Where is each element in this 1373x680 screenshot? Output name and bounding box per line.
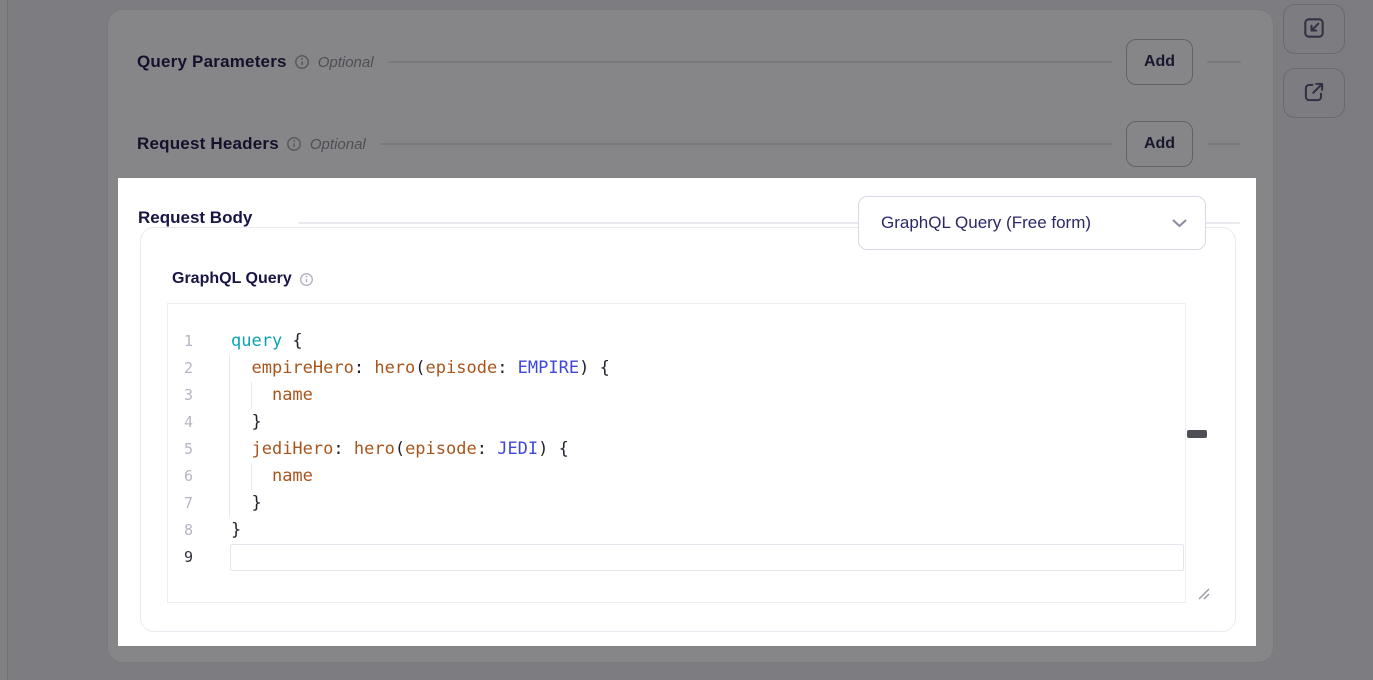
line-number: 9 xyxy=(168,544,195,571)
code-line[interactable]: query { xyxy=(230,328,1184,355)
edit-inline-icon xyxy=(1301,15,1327,44)
request-body-title: Request Body xyxy=(138,208,252,228)
add-request-header-button[interactable]: Add xyxy=(1126,121,1193,167)
editor-scrollbar-thumb[interactable] xyxy=(1187,430,1207,438)
line-number: 8 xyxy=(168,517,195,544)
graphql-query-label-row: GraphQL Query xyxy=(172,270,314,288)
request-body-modal: Request Body GraphQL Query (Free form) G… xyxy=(118,178,1256,646)
divider xyxy=(1207,61,1241,63)
page-left-edge xyxy=(0,0,8,680)
graphql-query-label: GraphQL Query xyxy=(172,270,292,288)
code-lines: query { empireHero: hero(episode: EMPIRE… xyxy=(230,328,1184,571)
graphql-query-editor[interactable]: 123456789 query { empireHero: hero(episo… xyxy=(167,303,1186,603)
request-headers-title: Request Headers xyxy=(137,134,279,154)
code-line[interactable]: empireHero: hero(episode: EMPIRE) { xyxy=(230,355,1184,382)
line-number: 6 xyxy=(168,463,195,490)
code-line[interactable]: jediHero: hero(episode: JEDI) { xyxy=(230,436,1184,463)
info-icon[interactable] xyxy=(294,54,310,70)
code-line[interactable]: } xyxy=(230,409,1184,436)
graphql-query-field-card: GraphQL Query 123456789 query { empireHe… xyxy=(140,227,1236,632)
optional-hint: Optional xyxy=(318,54,374,71)
code-line[interactable] xyxy=(230,544,1184,571)
editor-resize-grip[interactable] xyxy=(1195,585,1211,601)
query-parameters-section: Query Parameters Optional Add xyxy=(137,39,1241,85)
line-number: 4 xyxy=(168,409,195,436)
info-icon[interactable] xyxy=(286,136,302,152)
line-number: 3 xyxy=(168,382,195,409)
line-number: 7 xyxy=(168,490,195,517)
open-in-new-icon xyxy=(1301,79,1327,108)
line-numbers: 123456789 xyxy=(168,328,195,571)
request-headers-section: Request Headers Optional Add xyxy=(137,121,1241,167)
code-line[interactable]: } xyxy=(230,490,1184,517)
code-line[interactable]: name xyxy=(230,463,1184,490)
line-number: 1 xyxy=(168,328,195,355)
divider xyxy=(388,61,1112,63)
chevron-down-icon xyxy=(1172,219,1187,228)
open-in-new-button[interactable] xyxy=(1283,68,1345,118)
code-line[interactable]: } xyxy=(230,517,1184,544)
body-type-dropdown[interactable]: GraphQL Query (Free form) xyxy=(858,196,1206,250)
divider xyxy=(380,143,1112,145)
code-line[interactable]: name xyxy=(230,382,1184,409)
body-type-value: GraphQL Query (Free form) xyxy=(859,213,1172,233)
line-number: 5 xyxy=(168,436,195,463)
app-root: Query Parameters Optional Add Request He… xyxy=(0,0,1373,680)
optional-hint: Optional xyxy=(310,136,366,153)
info-icon[interactable] xyxy=(299,272,314,287)
divider xyxy=(1207,143,1241,145)
add-query-parameter-button[interactable]: Add xyxy=(1126,39,1193,85)
line-number: 2 xyxy=(168,355,195,382)
edit-inline-button[interactable] xyxy=(1283,4,1345,54)
query-parameters-title: Query Parameters xyxy=(137,52,287,72)
